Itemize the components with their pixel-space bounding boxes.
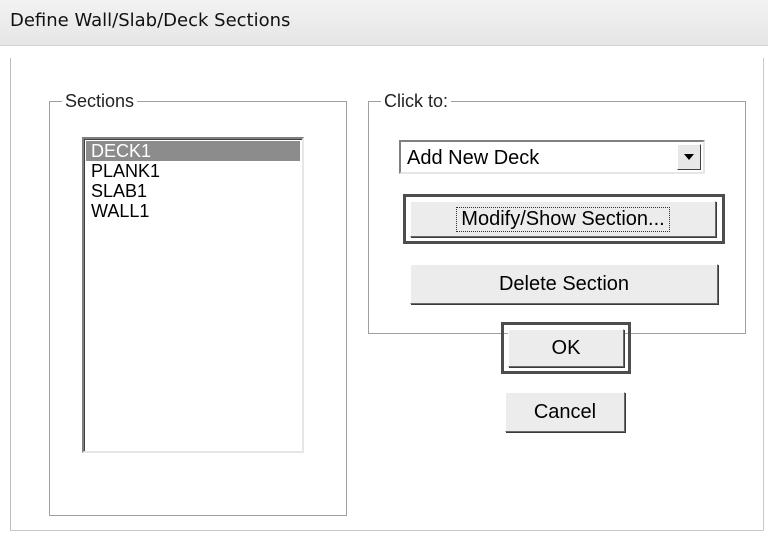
sections-listbox[interactable]: DECK1 PLANK1 SLAB1 WALL1 <box>82 137 304 453</box>
click-to-group-label: Click to: <box>381 91 452 112</box>
ok-button[interactable]: OK <box>508 329 624 367</box>
list-item-deck1[interactable]: DECK1 <box>86 141 300 161</box>
dialog-client-area: Sections DECK1 PLANK1 SLAB1 WALL1 Click … <box>0 46 768 539</box>
list-item-wall1[interactable]: WALL1 <box>86 201 300 221</box>
sections-groupbox: Sections DECK1 PLANK1 SLAB1 WALL1 <box>49 91 347 516</box>
dialog-frame: Sections DECK1 PLANK1 SLAB1 WALL1 Click … <box>10 58 764 531</box>
ok-label: OK <box>551 336 581 359</box>
modify-show-section-button[interactable]: Modify/Show Section... <box>410 201 716 237</box>
sections-group-label: Sections <box>62 91 138 112</box>
cancel-label: Cancel <box>533 400 597 423</box>
title-bar[interactable]: Define Wall/Slab/Deck Sections <box>0 0 768 46</box>
action-dropdown-value: Add New Deck <box>407 147 540 169</box>
dropdown-arrow-button[interactable] <box>677 144 701 170</box>
chevron-down-icon <box>683 153 695 161</box>
cancel-button[interactable]: Cancel <box>505 392 625 432</box>
action-dropdown[interactable]: Add New Deck <box>399 140 705 174</box>
delete-section-label: Delete Section <box>498 272 630 295</box>
window-title: Define Wall/Slab/Deck Sections <box>10 10 291 31</box>
list-item-plank1[interactable]: PLANK1 <box>86 161 300 181</box>
modify-show-section-label: Modify/Show Section... <box>456 206 670 232</box>
click-to-groupbox: Click to: Add New Deck Modify/Show Secti… <box>368 91 746 334</box>
delete-section-button[interactable]: Delete Section <box>410 264 718 304</box>
list-item-slab1[interactable]: SLAB1 <box>86 181 300 201</box>
